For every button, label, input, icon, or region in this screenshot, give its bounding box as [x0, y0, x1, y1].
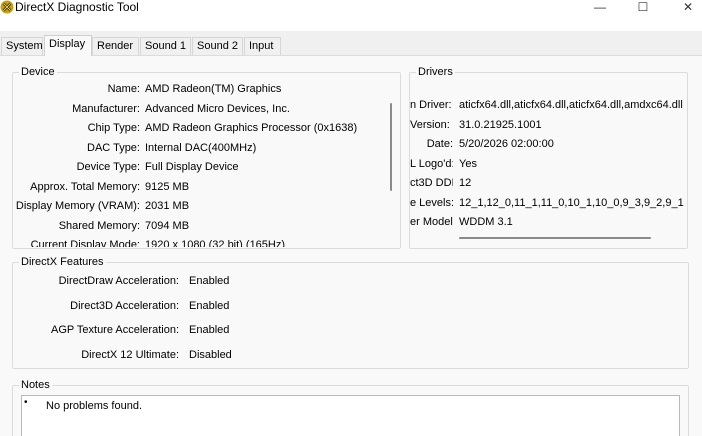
- total-memory-value: 9125 MB: [145, 180, 190, 193]
- drivers-group-title: Drivers: [416, 66, 455, 78]
- device-type-label: Device Type:: [76, 161, 140, 173]
- device-name-value: AMD Radeon(TM) Graphics: [145, 83, 282, 95]
- device-name-label: Name:: [107, 83, 140, 95]
- notes-bullet-icon: •: [24, 397, 28, 408]
- dac-type-value: Internal DAC(400MHz): [145, 141, 257, 154]
- feature-levels-value: 12_1,12_0,11_1,11_0,10_1,10_0,9_3,9_2,9_…: [459, 196, 684, 209]
- shared-memory-value: 7094 MB: [145, 219, 190, 232]
- chip-type-value: AMD Radeon Graphics Processor (0x1638): [145, 122, 358, 134]
- directx-features-group-title: DirectX Features: [19, 256, 106, 268]
- close-button[interactable]: ✕: [668, 0, 702, 14]
- agp-texture-acceleration-label: AGP Texture Acceleration:: [51, 324, 179, 336]
- driver-files-label: n Driver:: [410, 99, 452, 111]
- display-mode-value: 1920 x 1080 (32 bit) (165Hz): [145, 239, 286, 247]
- device-vertical-scrollbar[interactable]: [390, 103, 392, 191]
- whql-logo-label: L Logo'd:: [410, 157, 453, 170]
- directdraw-acceleration-label: DirectDraw Acceleration:: [58, 275, 179, 287]
- directx12-ultimate-value: Disabled: [189, 349, 232, 361]
- tab-sound-2[interactable]: Sound 2: [192, 37, 243, 55]
- feature-levels-label: e Levels:: [410, 196, 453, 209]
- drivers-horizontal-scrollbar[interactable]: [459, 237, 651, 239]
- device-group: Device Name: AMD Radeon(TM) Graphics Man…: [12, 66, 401, 249]
- directx-features-group: DirectX Features DirectDraw Acceleration…: [12, 256, 689, 369]
- notes-item: No problems found.: [46, 400, 142, 412]
- tab-display[interactable]: Display: [44, 35, 92, 56]
- maximize-button[interactable]: ☐: [623, 0, 663, 14]
- minimize-button[interactable]: —: [580, 0, 620, 14]
- driver-date-label: Date:: [426, 138, 453, 150]
- driver-model-value: WDDM 3.1: [459, 216, 513, 228]
- driver-files-value: aticfx64.dll,aticfx64.dll,aticfx64.dll,a…: [459, 99, 683, 111]
- drivers-info-scroll-area[interactable]: n Driver: aticfx64.dll,aticfx64.dll,atic…: [410, 95, 687, 232]
- title-bar: DirectX Diagnostic Tool — ☐ ✕: [0, 0, 702, 31]
- device-info-scroll-area[interactable]: Name: AMD Radeon(TM) Graphics Manufactur…: [13, 79, 400, 247]
- display-memory-value: 2031 MB: [145, 200, 190, 212]
- window-title: DirectX Diagnostic Tool: [15, 0, 139, 14]
- display-mode-label: Current Display Mode:: [30, 239, 140, 247]
- manufacturer-label: Manufacturer:: [72, 102, 140, 115]
- direct3d-ddi-label: ct3D DDI:: [410, 177, 453, 189]
- total-memory-label: Approx. Total Memory:: [30, 180, 140, 193]
- direct3d-acceleration-value: Enabled: [189, 300, 230, 312]
- agp-texture-acceleration-value: Enabled: [189, 324, 230, 336]
- chip-type-label: Chip Type:: [87, 122, 140, 134]
- tab-bar: System Display Render Sound 1 Sound 2 In…: [0, 35, 702, 56]
- notes-group: Notes • No problems found.: [12, 379, 689, 436]
- directx12-ultimate-label: DirectX 12 Ultimate:: [81, 349, 179, 361]
- driver-date-value: 5/20/2026 02:00:00: [459, 138, 554, 150]
- shared-memory-label: Shared Memory:: [58, 219, 140, 232]
- tab-system[interactable]: System: [1, 37, 43, 55]
- dac-type-label: DAC Type:: [87, 141, 140, 154]
- driver-version-value: 31.0.21925.1001: [459, 118, 542, 131]
- drivers-group: Drivers n Driver: aticfx64.dll,aticfx64.…: [409, 66, 688, 249]
- whql-logo-value: Yes: [459, 157, 477, 170]
- tab-sound-1[interactable]: Sound 1: [140, 37, 191, 55]
- driver-model-label: er Model:: [410, 216, 453, 228]
- notes-group-title: Notes: [19, 379, 52, 391]
- tab-render[interactable]: Render: [92, 37, 139, 55]
- manufacturer-value: Advanced Micro Devices, Inc.: [145, 102, 290, 115]
- direct3d-acceleration-label: Direct3D Acceleration:: [70, 300, 179, 312]
- driver-version-label: Version:: [410, 118, 450, 131]
- notes-textbox[interactable]: • No problems found.: [21, 395, 680, 436]
- device-type-value: Full Display Device: [145, 161, 239, 173]
- direct3d-ddi-value: 12: [459, 177, 472, 189]
- tab-input[interactable]: Input: [244, 37, 281, 55]
- display-memory-label: Display Memory (VRAM):: [15, 200, 140, 212]
- directx-app-icon: [0, 0, 14, 14]
- directdraw-acceleration-value: Enabled: [189, 275, 230, 287]
- device-group-title: Device: [19, 66, 57, 78]
